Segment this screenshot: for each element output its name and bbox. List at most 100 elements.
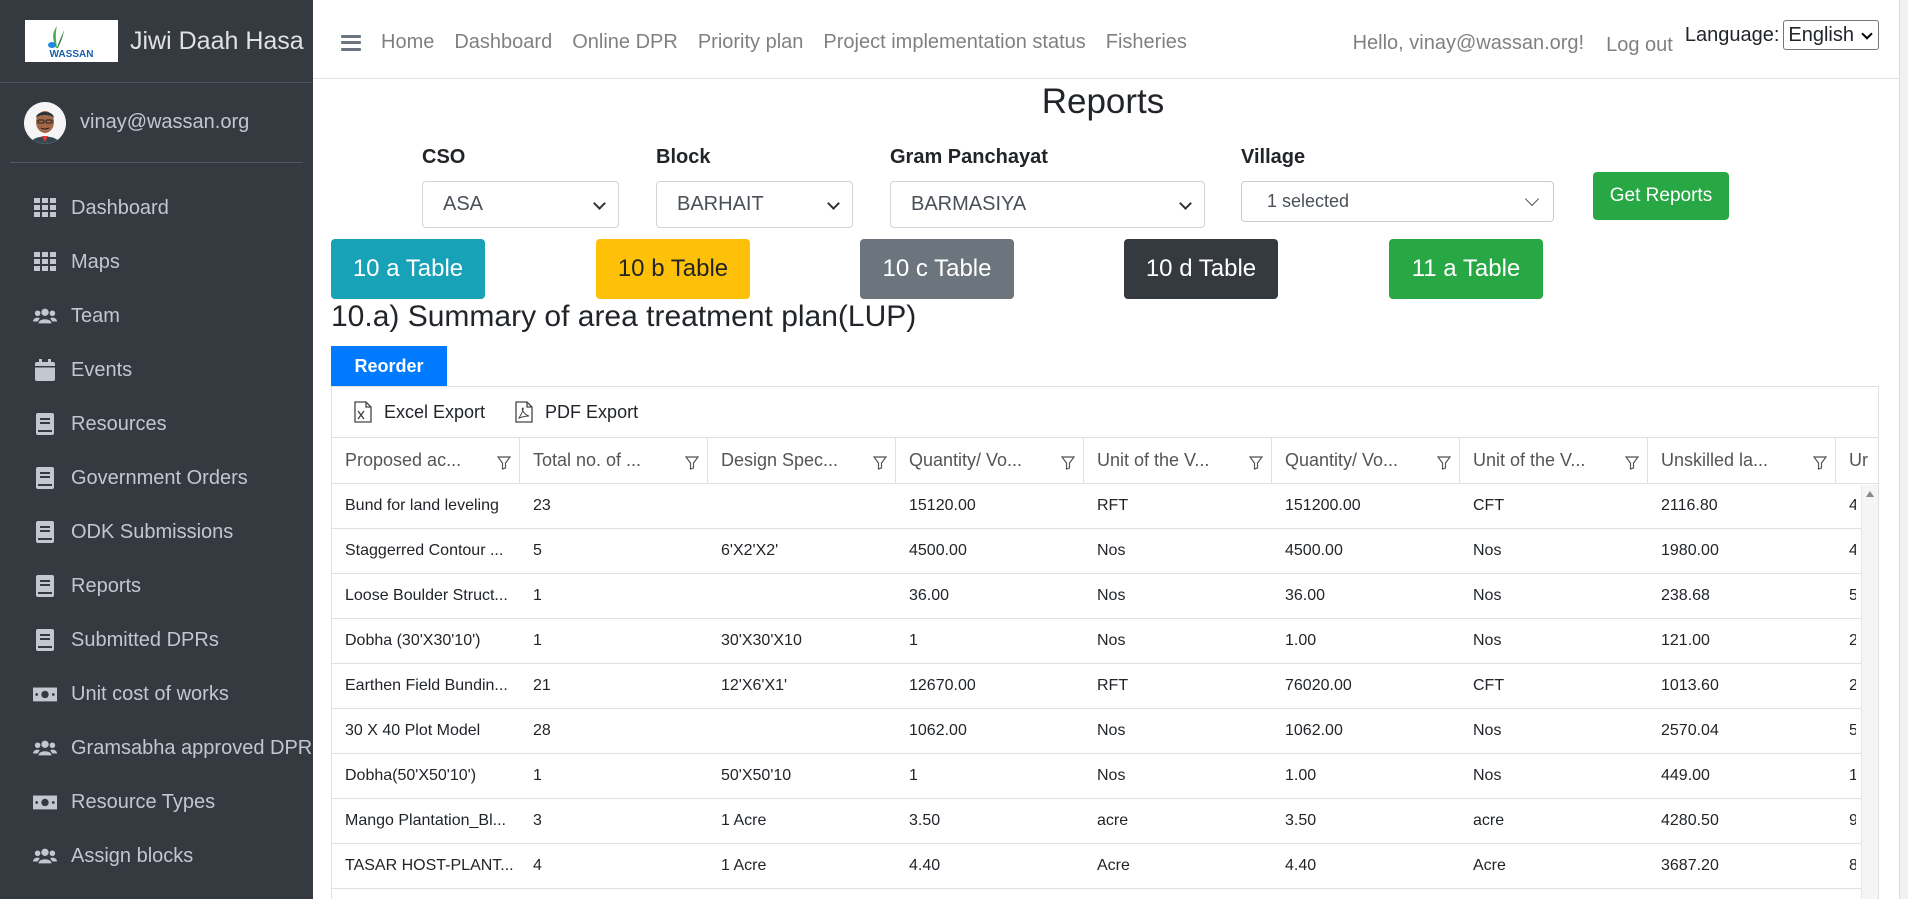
column-header[interactable]: Ur — [1836, 438, 1876, 483]
table-10b-button[interactable]: 10 b Table — [596, 239, 750, 299]
money-icon — [33, 682, 57, 706]
table-row[interactable]: Earthen Field Bundin... 21 12'X6'X1' 12670.… — [332, 664, 1878, 709]
language-value: English — [1788, 23, 1854, 46]
table-cell: RFT — [1097, 677, 1129, 694]
column-header-label: Design Spec... — [721, 450, 839, 470]
page-scrollbar[interactable] — [1899, 0, 1908, 899]
filter-icon[interactable] — [1436, 454, 1452, 475]
column-header[interactable]: Unskilled la... — [1648, 438, 1836, 483]
filter-icon[interactable] — [1060, 454, 1076, 475]
brand[interactable]: WASSAN Jiwi Daah Hasa — [0, 0, 313, 83]
table-row[interactable]: 30 X 40 Plot Model 28 1062.00 Nos 1062.00 Nos… — [332, 709, 1878, 754]
table-row[interactable]: Dobha (30'X30'10') 1 30'X30'X10 1 Nos 1.00 Nos… — [332, 619, 1878, 664]
column-header[interactable]: Unit of the V... — [1460, 438, 1648, 483]
table-cell: 3 — [533, 812, 542, 829]
sidebar-item-gramsabha-dpr[interactable]: Gramsabha approved DPR — [0, 721, 313, 775]
filter-icon[interactable] — [1812, 454, 1828, 475]
column-header[interactable]: Unit of the V... — [1084, 438, 1272, 483]
table-row[interactable]: TASAR HOST-PLANT... 4 1 Acre 4.40 Acre 4.40 Ac… — [332, 844, 1878, 889]
sidebar-item-resource-types[interactable]: Resource Types — [0, 775, 313, 829]
table-row[interactable]: Dobha(50'X50'10') 1 50'X50'10 1 Nos 1.00 Nos 44… — [332, 754, 1878, 799]
gram-panchayat-select[interactable]: BARMASIYA — [890, 181, 1205, 228]
table-cell: 45 — [1836, 529, 1856, 573]
table-cell: Dobha(50'X50'10') — [345, 767, 477, 784]
column-header[interactable]: Design Spec... — [708, 438, 896, 483]
column-header-label: Unit of the V... — [1473, 450, 1586, 470]
cso-select[interactable]: ASA — [422, 181, 619, 228]
greeting-link[interactable]: Hello, vinay@wassan.org! — [1353, 32, 1585, 55]
sidebar-item-dashboard[interactable]: Dashboard — [0, 181, 313, 235]
logout-link[interactable]: Log out — [1606, 34, 1673, 57]
table-cell: Nos — [1097, 722, 1126, 739]
sidebar-item-unit-cost[interactable]: Unit cost of works — [0, 667, 313, 721]
sidebar-item-reports[interactable]: Reports — [0, 559, 313, 613]
nav-priority-plan[interactable]: Priority plan — [698, 31, 804, 54]
table-cell: Nos — [1097, 767, 1126, 784]
sidebar-item-label: Maps — [71, 250, 120, 273]
nav-home[interactable]: Home — [381, 31, 434, 54]
village-multiselect[interactable]: 1 selected — [1241, 181, 1554, 222]
sidebar-item-submitted-dprs[interactable]: Submitted DPRs — [0, 613, 313, 667]
column-header[interactable]: Quantity/ Vo... — [896, 438, 1084, 483]
column-header[interactable]: Total no. of ... — [520, 438, 708, 483]
table-row[interactable]: Mango Plantation_Bl... 3 1 Acre 3.50 acre 3.5… — [332, 799, 1878, 844]
table-cell: Nos — [1473, 722, 1502, 739]
sidebar-item-label: Reports — [71, 574, 142, 597]
user-email: vinay@wassan.org — [80, 111, 250, 133]
top-navbar: Home Dashboard Online DPR Priority plan … — [313, 7, 1908, 79]
column-header[interactable]: Quantity/ Vo... — [1272, 438, 1460, 483]
top-border — [313, 0, 1908, 7]
nav-dashboard[interactable]: Dashboard — [454, 31, 552, 54]
table-10c-button[interactable]: 10 c Table — [860, 239, 1014, 299]
nav-project-implementation-status[interactable]: Project implementation status — [823, 31, 1085, 54]
sidebar-item-assign-blocks[interactable]: Assign blocks — [0, 829, 313, 883]
scroll-up-icon[interactable] — [1866, 491, 1874, 497]
table-row[interactable]: Bund for land leveling 23 15120.00 RFT 15120… — [332, 484, 1878, 529]
table-cell: Nos — [1473, 542, 1502, 559]
filter-icon[interactable] — [1624, 454, 1640, 475]
sidebar-item-government-orders[interactable]: Government Orders — [0, 451, 313, 505]
table-10a-button[interactable]: 10 a Table — [331, 239, 485, 299]
filter-icon[interactable] — [496, 454, 512, 475]
vertical-scrollbar[interactable] — [1861, 485, 1878, 899]
leaf-logo-icon — [48, 26, 64, 48]
filter-icon[interactable] — [872, 454, 888, 475]
nav-fisheries[interactable]: Fisheries — [1106, 31, 1187, 54]
language-select[interactable]: English — [1783, 20, 1879, 50]
table-cell: 36.00 — [909, 587, 950, 604]
excel-export-button[interactable]: Excel Export — [354, 401, 485, 423]
sidebar-item-maps[interactable]: Maps — [0, 235, 313, 289]
user-panel[interactable]: vinay@wassan.org — [10, 83, 303, 163]
table-cell: 4.40 — [1285, 857, 1317, 874]
table-10d-button[interactable]: 10 d Table — [1124, 239, 1278, 299]
main-content: Reports CSO ASA Block BARHAIT Gram Panch… — [313, 80, 1908, 899]
table-11a-button[interactable]: 11 a Table — [1389, 239, 1543, 299]
table-cell: Nos — [1097, 542, 1126, 559]
table-row[interactable]: Staggerred Contour ... 5 6'X2'X2' 4500.00 No… — [332, 529, 1878, 574]
table-cell: Loose Boulder Struct... — [345, 587, 508, 604]
sidebar-item-odk-submissions[interactable]: ODK Submissions — [0, 505, 313, 559]
table-cell: 96 — [1836, 799, 1856, 843]
sidebar-item-label: ODK Submissions — [71, 520, 234, 543]
hamburger-menu-icon[interactable] — [341, 34, 361, 51]
top-right-area: Hello, vinay@wassan.org! Log out Languag… — [1353, 7, 1908, 79]
table-cell: acre — [1473, 812, 1505, 829]
filter-icon[interactable] — [1248, 454, 1264, 475]
column-header[interactable]: Proposed ac... — [332, 438, 520, 483]
sidebar-item-team[interactable]: Team — [0, 289, 313, 343]
get-reports-button[interactable]: Get Reports — [1593, 172, 1729, 220]
brand-name: Jiwi Daah Hasa — [130, 26, 304, 55]
table-cell: 6'X2'X2' — [721, 542, 779, 559]
reorder-button[interactable]: Reorder — [331, 346, 447, 386]
table-header: Proposed ac... Total no. of ... Design Spe… — [332, 438, 1878, 484]
nav-online-dpr[interactable]: Online DPR — [572, 31, 678, 54]
block-select[interactable]: BARHAIT — [656, 181, 853, 228]
pdf-export-button[interactable]: PDF Export — [515, 401, 638, 423]
table-cell — [708, 709, 896, 753]
sidebar-item-events[interactable]: Events — [0, 343, 313, 397]
filter-icon[interactable] — [684, 454, 700, 475]
column-header-label: Unskilled la... — [1661, 450, 1769, 470]
sidebar-item-resources[interactable]: Resources — [0, 397, 313, 451]
table-cell: 30'X30'X10 — [721, 632, 802, 649]
table-row[interactable]: Loose Boulder Struct... 1 36.00 Nos 36.00 Nos… — [332, 574, 1878, 619]
